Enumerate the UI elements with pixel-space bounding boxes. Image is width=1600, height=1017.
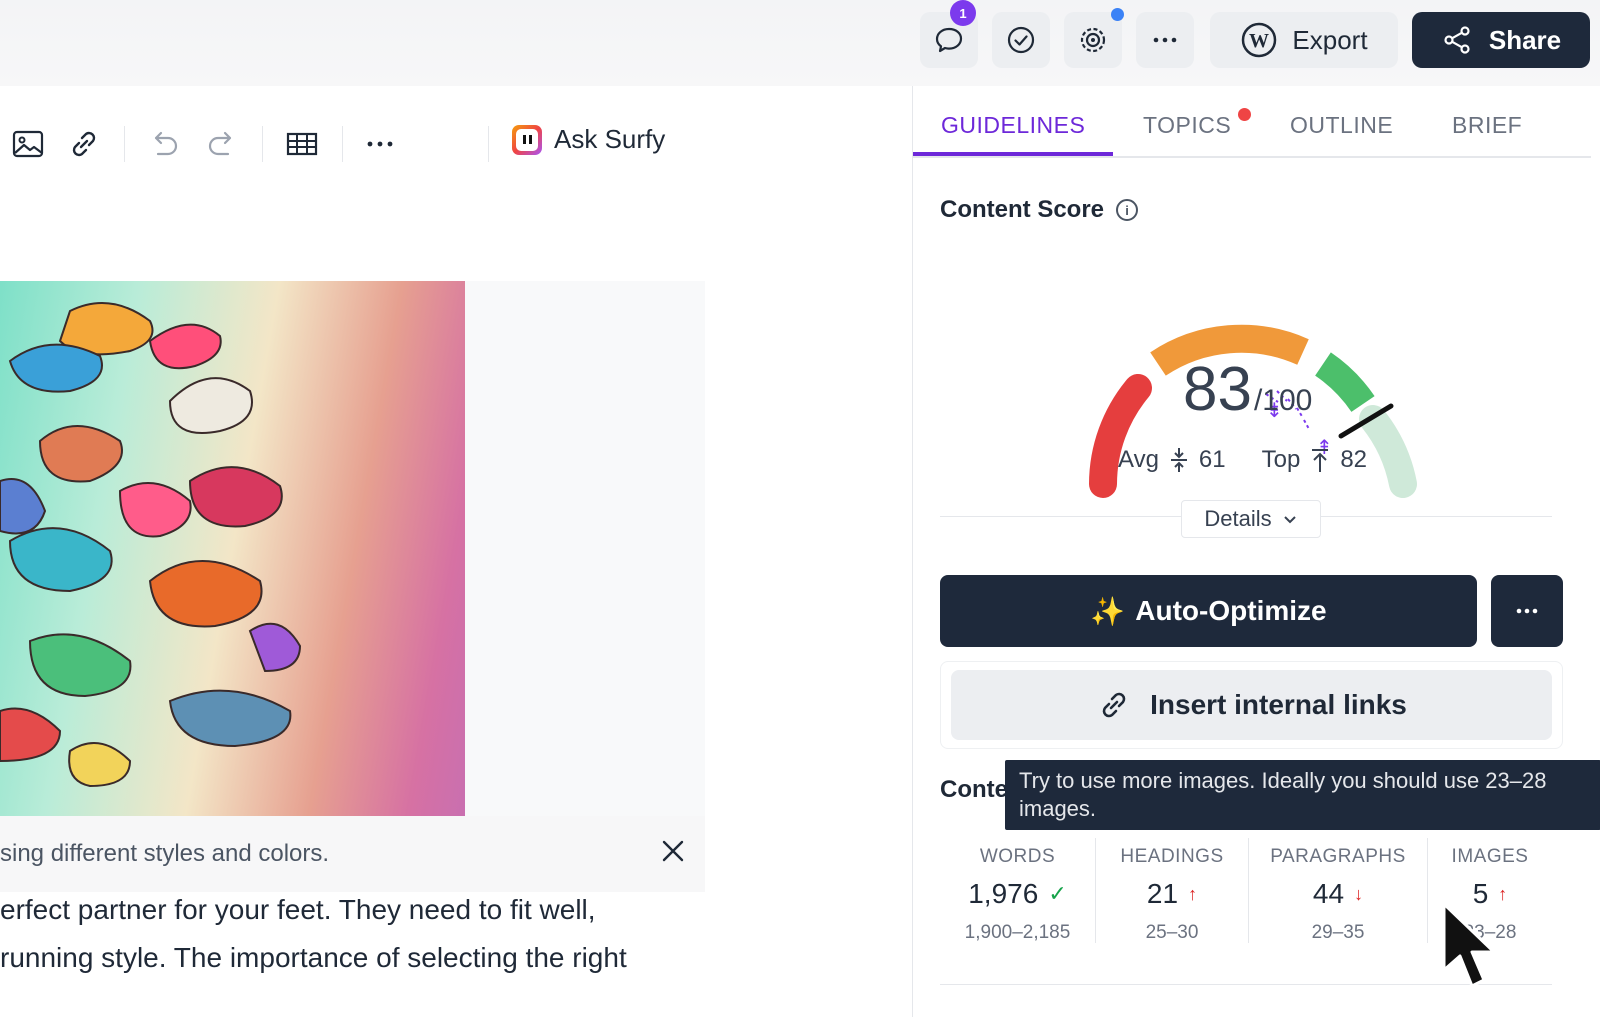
tab-brief[interactable]: BRIEF (1452, 112, 1522, 139)
ask-surfy-button[interactable]: Ask Surfy (512, 124, 665, 155)
article-image[interactable] (0, 281, 465, 816)
settings-icon (1080, 27, 1106, 53)
metric-value: 1,976 (968, 878, 1039, 909)
paragraph-line[interactable]: erfect partner for your feet. They need … (0, 894, 596, 926)
check-circle-icon (1007, 26, 1035, 54)
chevron-down-icon (1283, 516, 1296, 524)
link-icon (1102, 692, 1126, 718)
top-icon (1312, 449, 1329, 472)
metric-headings: HEADINGS 21 ↑ 25–30 (1096, 838, 1248, 943)
gauge-segment-light-green (1359, 405, 1417, 498)
undo-icon[interactable] (146, 126, 182, 162)
score-number: 83 (1183, 355, 1252, 424)
surfy-logo-icon (512, 124, 542, 155)
editor-area: Ask Surfy sing different styles and colo… (0, 86, 912, 1017)
metric-label: HEADINGS (1120, 846, 1224, 867)
metric-value: 21 (1146, 878, 1179, 909)
image-icon[interactable] (10, 126, 46, 162)
toolbar-divider (342, 126, 343, 162)
auto-optimize-label: Auto-Optimize (1135, 595, 1327, 626)
sparkle-icon: ✨ (1090, 595, 1126, 627)
metric-range: 1,900–2,185 (964, 922, 1071, 943)
toolbar-divider (488, 126, 489, 162)
svg-text:W: W (1249, 30, 1269, 52)
avg-value: 61 (1198, 446, 1226, 473)
comment-icon (935, 27, 963, 53)
tab-topics[interactable]: TOPICS (1143, 112, 1231, 139)
metric-range: 29–35 (1311, 922, 1365, 943)
paragraph-line[interactable]: running style. The importance of selecti… (0, 942, 627, 974)
wordpress-icon: W (1242, 22, 1277, 58)
mouse-cursor-icon (1442, 902, 1496, 988)
sneakers-illustration (0, 302, 302, 788)
panel-tabs: GUIDELINES TOPICS OUTLINE BRIEF (913, 86, 1591, 158)
metric-range: 25–30 (1145, 922, 1199, 943)
tab-guidelines[interactable]: GUIDELINES (941, 112, 1085, 139)
image-placeholder-area (465, 281, 705, 816)
metric-value: 44 (1312, 878, 1345, 909)
share-label: Share (1488, 24, 1562, 55)
avg-label: Avg (1118, 446, 1159, 473)
metric-paragraphs: PARAGRAPHS 44 ↓ 29–35 (1249, 838, 1427, 943)
table-icon[interactable] (284, 126, 320, 162)
settings-button[interactable] (1064, 8, 1124, 68)
metric-label: PARAGRAPHS (1270, 846, 1406, 867)
top-label: Top (1261, 446, 1301, 473)
content-score-value: 83 /100 (1183, 354, 1312, 425)
more-icon (1153, 37, 1177, 43)
status-dot (1111, 8, 1124, 21)
auto-optimize-more-button[interactable] (1491, 575, 1563, 647)
image-caption-row: sing different styles and colors. (0, 816, 705, 892)
more-icon[interactable] (362, 126, 398, 162)
insert-links-container: Insert internal links (940, 661, 1563, 749)
share-button[interactable]: Share (1412, 12, 1590, 68)
export-button[interactable]: W Export (1210, 12, 1398, 68)
notification-badge: 1 (950, 0, 976, 26)
export-label: Export (1292, 24, 1368, 55)
avg-icon (1170, 448, 1187, 472)
content-structure-heading: Conte (940, 776, 1008, 803)
tab-outline[interactable]: OUTLINE (1290, 112, 1393, 139)
insert-internal-links-button[interactable]: Insert internal links (951, 670, 1552, 740)
arrow-down-icon: ↓ (1354, 883, 1364, 904)
link-icon[interactable] (66, 126, 102, 162)
comments-button[interactable]: 1 (920, 0, 978, 68)
score-max: /100 (1253, 384, 1313, 417)
guidelines-panel: GUIDELINES TOPICS OUTLINE BRIEF Content … (912, 86, 1600, 1017)
share-icon (1444, 26, 1470, 54)
details-label: Details (1204, 506, 1272, 531)
more-icon (1516, 608, 1538, 614)
metric-words: WORDS 1,976 ✓ 1,900–2,185 (940, 838, 1095, 943)
avg-top-summary: Avg 61 Top 82 (1118, 446, 1367, 474)
toolbar-divider (262, 126, 263, 162)
top-value: 82 (1340, 446, 1368, 473)
info-icon[interactable]: i (1116, 199, 1139, 221)
metric-label: WORDS (979, 846, 1056, 867)
ask-surfy-label: Ask Surfy (554, 124, 666, 154)
details-dropdown[interactable]: Details (1181, 500, 1321, 538)
content-score-title: Content Score (940, 196, 1105, 223)
check-icon: ✓ (1048, 881, 1067, 906)
content-score-heading: Content Score i (940, 196, 1139, 224)
image-caption[interactable]: sing different styles and colors. (0, 840, 329, 868)
toolbar-divider (124, 126, 125, 162)
check-button[interactable] (992, 12, 1050, 68)
metric-label: IMAGES (1451, 846, 1529, 867)
more-button[interactable] (1136, 12, 1194, 68)
active-tab-indicator (913, 152, 1113, 156)
redo-icon[interactable] (204, 126, 240, 162)
close-icon[interactable] (658, 836, 688, 866)
topics-notification-dot (1238, 108, 1251, 121)
images-tooltip: Try to use more images. Ideally you shou… (1005, 760, 1600, 830)
insert-links-label: Insert internal links (1150, 689, 1407, 720)
top-bar: 1 W Export Share (0, 0, 1600, 86)
arrow-up-icon: ↑ (1188, 883, 1198, 904)
gauge-segment-green (1314, 352, 1375, 413)
auto-optimize-button[interactable]: ✨ Auto-Optimize (940, 575, 1477, 647)
